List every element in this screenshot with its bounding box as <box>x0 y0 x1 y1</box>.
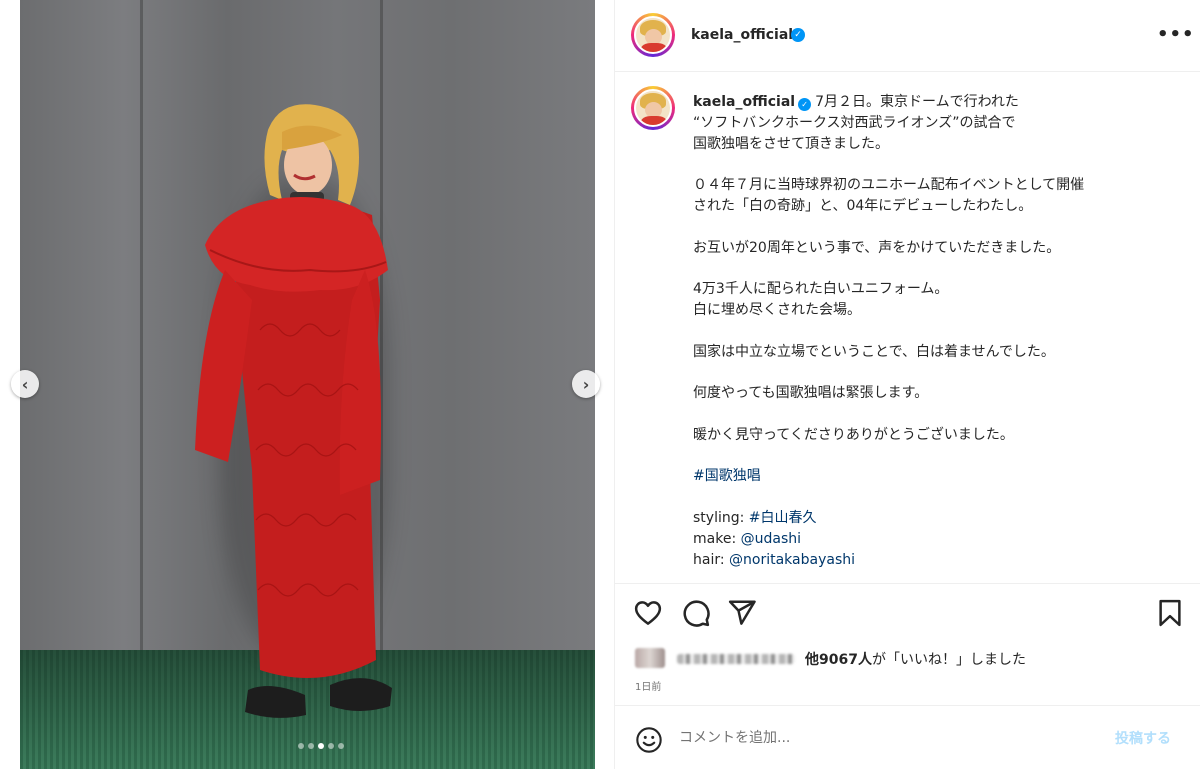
caption-line: 白に埋め尽くされた会場。 <box>693 301 861 318</box>
caption-line: 7月２日。東京ドームで行われた <box>815 94 1019 110</box>
caption-line: 暖かく見守ってくださりありがとうございました。 <box>693 426 1014 443</box>
liker-avatar <box>635 648 665 668</box>
caption-line: 何度やっても国歌独唱は緊張します。 <box>693 385 929 402</box>
carousel-prev-button[interactable]: ‹ <box>11 370 39 398</box>
bookmark-icon[interactable] <box>1155 598 1185 628</box>
carousel-dot <box>298 743 304 749</box>
comment-input[interactable] <box>679 724 1099 752</box>
more-options-icon[interactable]: ••• <box>1157 24 1195 45</box>
caption-line: “ソフトバンクホークス対西武ライオンズ”の試合で <box>693 114 1016 131</box>
post-caption: kaela_official ✓ 7月２日。東京ドームで行われた “ソフトバンクホー… <box>615 73 1200 583</box>
emoji-icon[interactable] <box>635 726 663 754</box>
carousel-dots <box>298 743 344 749</box>
likes-suffix: が「いいね！」しました <box>871 652 1026 668</box>
post-photo <box>20 0 595 769</box>
verified-badge-icon: ✓ <box>798 98 812 111</box>
post-header: kaela_official ✓ ••• <box>615 0 1200 72</box>
caption-body: “ソフトバンクホークス対西武ライオンズ”の試合で 国歌独唱をさせて頂きました。 ０４… <box>693 113 1183 467</box>
hashtag-link[interactable]: #国歌独唱 <box>693 468 761 484</box>
carousel-dot <box>308 743 314 749</box>
comment-composer: 投稿する <box>615 705 1200 769</box>
liker-info-blurred[interactable] <box>635 648 795 670</box>
post-timestamp[interactable]: 1日前 <box>635 678 661 693</box>
verified-badge-icon: ✓ <box>791 28 805 42</box>
liker-name-blurred <box>677 654 795 664</box>
hair-label: hair: <box>693 551 730 568</box>
make-link[interactable]: @udashi <box>741 531 801 547</box>
likes-summary: 他9067人が「いいね！」しました <box>805 649 1026 669</box>
post-comment-button[interactable]: 投稿する <box>1115 728 1171 748</box>
comment-icon[interactable] <box>681 598 711 628</box>
heart-icon[interactable] <box>633 598 663 628</box>
hair-link[interactable]: @noritakabayashi <box>729 552 855 568</box>
caption-line: された「白の奇跡」と、04年にデビューしたわたし。 <box>693 197 1033 214</box>
carousel-dot <box>318 743 324 749</box>
carousel-dot <box>328 743 334 749</box>
styling-label: styling: <box>693 509 749 526</box>
caption-line: お互いが20周年という事で、声をかけていただきました。 <box>693 239 1061 256</box>
post-media-pane: ‹ › <box>0 0 614 769</box>
caption-first-line: kaela_official ✓ 7月２日。東京ドームで行われた <box>693 92 1183 113</box>
carousel-next-button[interactable]: › <box>572 370 600 398</box>
carousel-dot <box>338 743 344 749</box>
caption-blank-line <box>693 404 1183 425</box>
caption-blank-line <box>693 446 1183 467</box>
caption-line: 国家は中立な立場でということで、白は着ませんでした。 <box>693 343 1055 360</box>
author-username[interactable]: kaela_official <box>691 27 793 43</box>
author-avatar[interactable] <box>631 13 675 57</box>
caption-text: kaela_official ✓ 7月２日。東京ドームで行われた “ソフトバンクホー… <box>693 92 1183 570</box>
caption-blank-line <box>693 362 1183 383</box>
make-label: make: <box>693 530 741 547</box>
caption-blank-line <box>693 154 1183 175</box>
caption-username[interactable]: kaela_official <box>693 94 795 110</box>
caption-line: ０４年７月に当時球界初のユニホーム配布イベントとして開催 <box>693 177 1085 194</box>
caption-author-avatar[interactable] <box>631 86 675 130</box>
styling-link[interactable]: #白山春久 <box>749 510 817 526</box>
post-actions: 他9067人が「いいね！」しました 1日前 <box>615 583 1200 703</box>
post-detail-panel: kaela_official ✓ ••• kaela_official ✓ 7月２日… <box>614 0 1200 769</box>
paper-plane-icon[interactable] <box>727 598 757 628</box>
caption-blank-line <box>693 217 1183 238</box>
person-in-red-dress-illustration <box>195 104 392 718</box>
caption-blank-line <box>693 321 1183 342</box>
caption-blank-line <box>693 258 1183 279</box>
caption-line: 国歌独唱をさせて頂きました。 <box>693 135 889 152</box>
likes-count-link[interactable]: 他9067人 <box>805 652 872 668</box>
caption-line: 4万3千人に配られた白いユニフォーム。 <box>693 281 949 298</box>
